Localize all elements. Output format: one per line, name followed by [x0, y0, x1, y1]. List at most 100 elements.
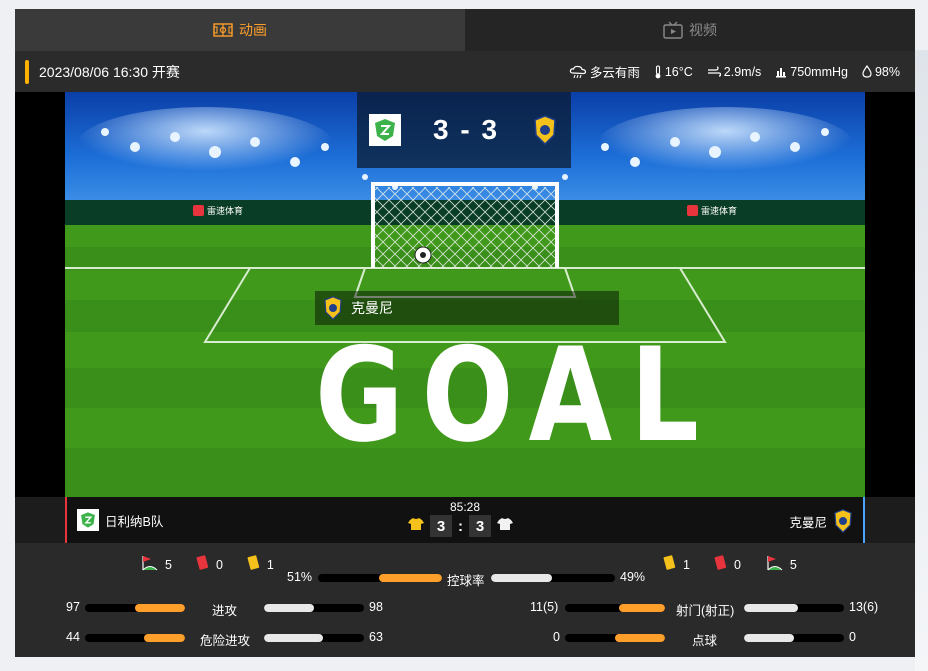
weather-pressure: 750mmHg	[775, 65, 848, 79]
away-penalties: 0	[849, 630, 856, 644]
home-attack: 97	[66, 600, 80, 614]
wind-text: 2.9m/s	[723, 64, 762, 79]
live-match-panel: 动画 视频 2023/08/06 16:30 开赛 多云有雨 16°C 2.9m…	[15, 9, 915, 657]
home-attack-fill	[135, 604, 185, 612]
away-team-name: 克曼尼	[789, 515, 827, 530]
penalties-label: 点球	[692, 634, 718, 648]
yellow-card-icon	[663, 555, 676, 574]
match-clock: 85:28	[449, 500, 481, 514]
possession-label: 控球率	[447, 574, 485, 588]
pressure-icon	[775, 66, 787, 78]
home-shots-bar	[565, 604, 665, 612]
animation-viewport: 3 - 3 雷速体育 雷速体育 克曼尼 GOAL 日利纳B队 85:28 3:…	[15, 92, 915, 543]
home-corners: 5	[165, 557, 172, 572]
match-info-bar: 2023/08/06 16:30 开赛 多云有雨 16°C 2.9m/s 750…	[15, 51, 915, 92]
away-red-cards: 0	[733, 557, 741, 572]
home-penalties-fill	[615, 634, 665, 642]
score-separator: :	[458, 517, 463, 535]
weather-condition-text: 多云有雨	[589, 66, 640, 80]
home-score-digit: 3	[430, 515, 452, 537]
tab-video[interactable]: 视频	[465, 9, 915, 51]
away-attack: 98	[369, 600, 383, 614]
away-penalties-fill	[744, 634, 794, 642]
away-dangerous-bar	[264, 634, 364, 642]
home-possession-bar	[318, 574, 442, 582]
pressure-text: 750mmHg	[790, 64, 848, 79]
attack-label: 进攻	[212, 604, 238, 618]
temperature-text: 16°C	[664, 64, 693, 79]
home-possession-fill	[378, 574, 442, 582]
away-attack-bar	[264, 604, 364, 612]
mini-score: 3 : 3	[408, 515, 513, 537]
away-shots-fill	[744, 604, 798, 612]
home-dangerous-fill	[144, 634, 185, 642]
away-shots: 13(6)	[849, 600, 879, 614]
dangerous-attack-label: 危险进攻	[200, 634, 251, 648]
home-shots: 11(5)	[530, 600, 559, 614]
goal-overlay-text: GOAL	[315, 321, 717, 472]
corner-flag-icon	[140, 555, 158, 574]
red-card-icon	[714, 555, 727, 574]
page-scroll-edge	[915, 50, 928, 671]
away-dangerous-attack: 63	[369, 630, 383, 644]
cloud-rain-icon	[569, 65, 587, 79]
top-scoreboard: 3 - 3	[357, 92, 571, 168]
weather-info: 多云有雨 16°C 2.9m/s 750mmHg 98%	[569, 62, 900, 81]
home-possession: 51%	[287, 570, 313, 584]
away-shirt-icon	[497, 517, 513, 536]
away-event-counts: 1 0 5	[663, 555, 797, 574]
goal-event-banner: 克曼尼	[315, 291, 619, 325]
sponsor-text-left: 雷速体育	[207, 206, 244, 216]
tab-animation[interactable]: 动画	[15, 9, 465, 51]
info-accent-bar	[25, 59, 29, 84]
home-event-counts: 5 0 1	[140, 555, 274, 574]
away-team-logo	[531, 114, 559, 146]
humidity-text: 98%	[874, 64, 900, 79]
home-red-cards: 0	[215, 557, 223, 572]
weather-temperature: 16°C	[654, 65, 693, 79]
home-attack-bar	[85, 604, 185, 612]
wind-icon	[707, 65, 721, 78]
away-yellow-cards: 1	[683, 557, 690, 572]
sponsor-board-right: 雷速体育	[687, 204, 737, 217]
red-card-icon	[196, 555, 209, 574]
away-possession-fill	[491, 574, 552, 582]
pitch-animation: 3 - 3 雷速体育 雷速体育 克曼尼 GOAL	[65, 92, 865, 497]
away-possession: 49%	[620, 570, 646, 584]
sponsor-board-left: 雷速体育	[193, 204, 243, 217]
top-score: 3 - 3	[432, 114, 500, 145]
away-team-logo	[324, 296, 342, 320]
away-dangerous-fill	[264, 634, 323, 642]
view-tabs: 动画 视频	[15, 9, 915, 51]
sponsor-logo-icon	[193, 205, 204, 216]
video-icon	[663, 21, 683, 39]
away-attack-fill	[264, 604, 314, 612]
sponsor-text-right: 雷速体育	[701, 206, 738, 216]
away-shots-bar	[744, 604, 844, 612]
match-stats: 5 0 1 51% 控球率 49% 1 0 5 97 进攻 98 11(5) 射…	[15, 543, 915, 657]
thermometer-icon	[654, 64, 662, 79]
score-strip: 日利纳B队 85:28 3 : 3 克曼尼	[65, 497, 865, 543]
tab-video-label: 视频	[689, 22, 717, 38]
away-corners: 5	[789, 557, 797, 572]
weather-humidity: 98%	[862, 65, 900, 79]
sponsor-logo-icon	[687, 205, 698, 216]
home-dangerous-bar	[85, 634, 185, 642]
home-penalties: 0	[553, 630, 560, 644]
home-team-logo	[368, 114, 401, 146]
home-dangerous-attack: 44	[66, 630, 80, 644]
weather-condition: 多云有雨	[569, 62, 640, 81]
away-possession-bar	[491, 574, 615, 582]
away-score-digit: 3	[469, 515, 491, 537]
event-team-name: 克曼尼	[351, 300, 393, 316]
kickoff-time: 2023/08/06 16:30 开赛	[39, 63, 180, 80]
home-penalties-bar	[565, 634, 665, 642]
home-shots-fill	[619, 604, 665, 612]
weather-wind: 2.9m/s	[707, 64, 762, 79]
away-penalties-bar	[744, 634, 844, 642]
strip-away-team: 克曼尼	[789, 509, 853, 533]
pitch-icon	[213, 23, 233, 37]
home-yellow-cards: 1	[266, 557, 274, 572]
tab-animation-label: 动画	[239, 22, 267, 38]
home-shirt-icon	[408, 517, 424, 536]
